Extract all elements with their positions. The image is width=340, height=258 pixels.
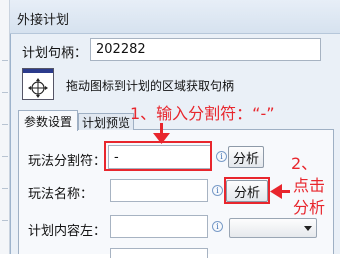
tab-params[interactable]: 参数设置 (18, 110, 78, 131)
content-left-input[interactable] (110, 215, 208, 238)
info-icon: i (212, 221, 223, 232)
step2-annotation-number: 2、 (291, 154, 318, 173)
content-left-label: 计划内容左： (28, 224, 107, 239)
chevron-down-icon (304, 226, 312, 231)
step1-arrowhead (153, 133, 170, 144)
dialog-title: 外接计划 (17, 13, 70, 28)
drag-hint-text: 拖动图标到计划的区域获取句柄 (66, 79, 235, 93)
next-row-input[interactable] (110, 248, 208, 258)
analyze-highlight-box (224, 177, 270, 204)
step2-annotation-line3: 分析 (293, 198, 326, 217)
separator-analyze-button[interactable]: 分析 (228, 146, 264, 168)
separator-highlight-box (104, 141, 212, 171)
name-input[interactable] (110, 179, 208, 202)
info-icon: i (212, 185, 223, 196)
handle-input[interactable]: 202282 (90, 38, 321, 61)
background-window-edge (0, 0, 10, 254)
info-icon: i (216, 151, 227, 162)
content-left-dropdown[interactable] (229, 218, 317, 238)
name-label: 玩法名称： (28, 187, 94, 202)
step2-arrowhead (270, 184, 282, 199)
handle-label: 计划句柄： (22, 46, 88, 61)
separator-label: 玩法分割符： (28, 154, 107, 169)
step2-annotation-line2: 点击 (293, 176, 326, 195)
tab-preview[interactable]: 计划预览 (78, 113, 134, 130)
step1-annotation: 1、输入分割符：“-” (130, 104, 275, 123)
crosshair-icon[interactable] (22, 68, 54, 100)
